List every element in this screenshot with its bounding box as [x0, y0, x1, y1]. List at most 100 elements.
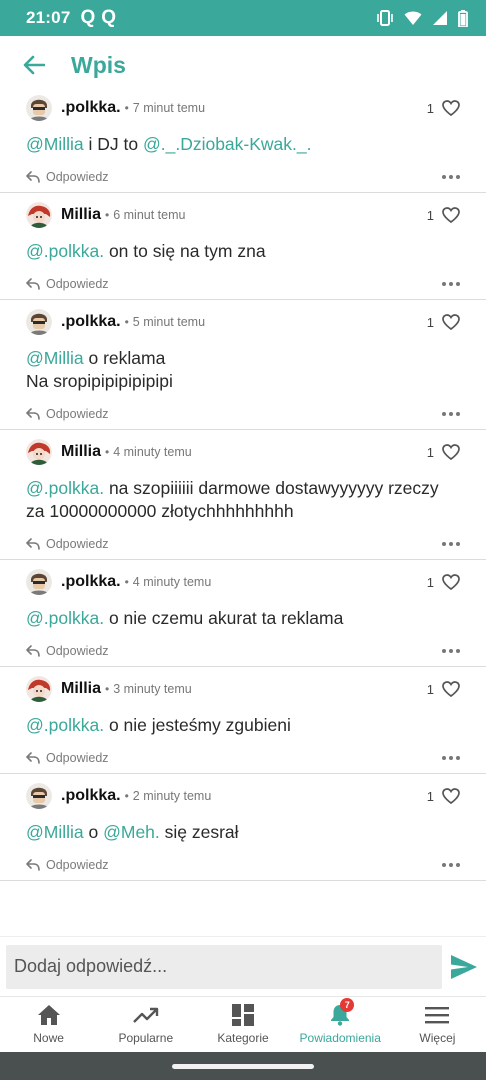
comment-item: Millia • 4 minuty temu 1 @.polkka. na szopii…: [0, 436, 486, 560]
mention-link[interactable]: @.polkka.: [26, 715, 104, 735]
heart-outline-icon: [442, 574, 460, 590]
reply-label: Odpowiedz: [46, 751, 109, 765]
reply-icon: [26, 645, 40, 657]
nav-item-trending[interactable]: Popularne: [97, 997, 194, 1052]
reply-button[interactable]: Odpowiedz: [26, 644, 109, 658]
avatar[interactable]: [26, 439, 52, 465]
nav-label: Kategorie: [217, 1031, 269, 1045]
comment-author[interactable]: .polkka.: [61, 313, 121, 331]
comment-author[interactable]: Millia: [61, 680, 101, 698]
bell-icon: 7: [330, 998, 355, 1026]
comment-text: i DJ to: [83, 134, 143, 154]
comment-author[interactable]: Millia: [61, 443, 101, 461]
like-button[interactable]: 1: [427, 314, 460, 330]
like-button[interactable]: 1: [427, 444, 460, 460]
more-options-button[interactable]: [442, 750, 460, 766]
like-button[interactable]: 1: [427, 681, 460, 697]
comment-item: .polkka. • 5 minut temu 1 @Millia o reklama …: [0, 306, 486, 430]
like-count: 1: [426, 444, 434, 460]
page-title: Wpis: [71, 51, 126, 78]
arrow-left-icon: [23, 55, 45, 75]
comment-item: .polkka. • 7 minut temu 1 @Millia i DJ to @.…: [0, 92, 486, 193]
nav-label: Więcej: [419, 1031, 456, 1045]
back-button[interactable]: [14, 45, 54, 85]
home-icon: [37, 1004, 61, 1026]
avatar[interactable]: [26, 783, 52, 809]
comment-body: @.polkka. na szopiiiiii darmowe dostawyy…: [26, 468, 460, 529]
notification-icon: Q: [80, 7, 96, 28]
more-options-button[interactable]: [442, 406, 460, 422]
more-options-button[interactable]: [442, 857, 460, 873]
nav-item-grid[interactable]: Kategorie: [194, 997, 291, 1052]
mention-link[interactable]: @._.Dziobak-Kwak._.: [143, 134, 312, 154]
comment-time: 3 minuty temu: [113, 682, 192, 696]
mention-link[interactable]: @.polkka.: [26, 478, 104, 498]
avatar[interactable]: [26, 569, 52, 595]
reply-icon: [26, 752, 40, 764]
reply-button[interactable]: Odpowiedz: [26, 751, 109, 765]
comment-author[interactable]: Millia: [61, 206, 101, 224]
nav-label: Nowe: [33, 1031, 64, 1045]
separator: •: [105, 445, 110, 459]
system-gesture-bar: [0, 1052, 486, 1080]
like-button[interactable]: 1: [427, 100, 460, 116]
comment-time: 6 minut temu: [113, 208, 186, 222]
heart-outline-icon: [442, 444, 460, 460]
like-count: 1: [426, 207, 434, 223]
mention-link[interactable]: @Millia: [26, 134, 84, 154]
mention-link[interactable]: @Meh.: [103, 822, 160, 842]
reply-icon: [26, 408, 40, 420]
avatar[interactable]: [26, 202, 52, 228]
comment-author[interactable]: .polkka.: [61, 787, 121, 805]
reply-button[interactable]: Odpowiedz: [26, 407, 109, 421]
more-options-button[interactable]: [442, 169, 460, 185]
mention-link[interactable]: @.polkka.: [26, 608, 104, 628]
nav-label: Popularne: [118, 1031, 174, 1045]
separator: •: [105, 682, 110, 696]
avatar[interactable]: [26, 676, 52, 702]
more-options-button[interactable]: [442, 536, 460, 552]
heart-outline-icon: [442, 314, 460, 330]
mention-link[interactable]: @Millia: [26, 348, 84, 368]
reply-icon: [26, 171, 40, 183]
nav-item-home[interactable]: Nowe: [0, 997, 97, 1052]
home-gesture-pill[interactable]: [172, 1063, 314, 1069]
heart-outline-icon: [442, 100, 460, 116]
reply-button[interactable]: Odpowiedz: [26, 277, 109, 291]
like-button[interactable]: 1: [427, 207, 460, 223]
comment-item: Millia • 6 minut temu 1 @.polkka. on to się …: [0, 199, 486, 300]
comment-body: @Millia o @Meh. się zesrał: [26, 812, 460, 850]
comment-item: Millia • 3 minuty temu 1 @.polkka. o nie jes…: [0, 673, 486, 774]
comment-body: @.polkka. o nie jesteśmy zgubieni: [26, 705, 460, 743]
mention-link[interactable]: @.polkka.: [26, 241, 104, 261]
signal-icon: [433, 11, 447, 25]
nav-item-bell[interactable]: 7 Powiadomienia: [292, 997, 389, 1052]
reply-button[interactable]: Odpowiedz: [26, 170, 109, 184]
comment-author[interactable]: .polkka.: [61, 99, 121, 117]
comment-text: on to się na tym zna: [104, 241, 266, 261]
send-button[interactable]: [446, 949, 482, 985]
more-options-button[interactable]: [442, 276, 460, 292]
like-button[interactable]: 1: [427, 788, 460, 804]
reply-button[interactable]: Odpowiedz: [26, 858, 109, 872]
reply-label: Odpowiedz: [46, 858, 109, 872]
comment-time: 4 minuty temu: [113, 445, 192, 459]
nav-item-menu[interactable]: Więcej: [389, 997, 486, 1052]
more-options-button[interactable]: [442, 643, 460, 659]
reply-icon: [26, 278, 40, 290]
comment-body: @.polkka. o nie czemu akurat ta reklama: [26, 598, 460, 636]
separator: •: [124, 789, 129, 803]
comment-time: 7 minut temu: [132, 101, 206, 115]
reply-button[interactable]: Odpowiedz: [26, 537, 109, 551]
send-icon: [451, 954, 477, 979]
comment-list: .polkka. • 7 minut temu 1 @Millia i DJ to @.…: [0, 90, 486, 936]
vibrate-icon: [377, 10, 393, 26]
separator: •: [105, 208, 110, 222]
like-button[interactable]: 1: [427, 574, 460, 590]
mention-link[interactable]: @Millia: [26, 822, 84, 842]
avatar[interactable]: [26, 95, 52, 121]
reply-input[interactable]: [6, 944, 442, 989]
avatar[interactable]: [26, 309, 52, 335]
comment-author[interactable]: .polkka.: [61, 573, 121, 591]
wifi-icon: [404, 11, 422, 25]
